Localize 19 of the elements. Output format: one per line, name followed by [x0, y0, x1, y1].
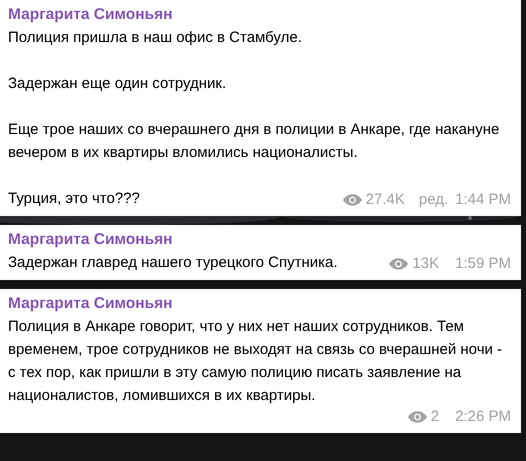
eye-icon [342, 194, 362, 206]
view-count: 13K [412, 254, 440, 274]
message-text: Еще трое наших со вчерашнего дня в полиции в Анкаре, где накануне вечером в их квартиры вломились националисты. [8, 120, 500, 163]
message-text: Полиция в Анкаре говорит, что у них нет наших сотрудников. Тем временем, трое сотрудников не выходят на связь со вчерашней ночи - с тех пор, как пришли в эту самую полицию писать заявление на националистов, ломившихся в их квартиры. [8, 317, 504, 406]
author-name[interactable]: Маргарита Симоньян [8, 229, 511, 251]
message-time: 1:44 PM [455, 190, 511, 210]
message-text: Турция, это что??? [8, 189, 140, 209]
message-time: 1:59 PM [455, 254, 511, 274]
message-text: Полиция пришла в наш офис в Стамбуле. [8, 28, 302, 48]
author-name[interactable]: Маргарита Симоньян [8, 293, 511, 315]
message-text: Задержан главред нашего турецкого Спутника. [8, 253, 338, 273]
author-name[interactable]: Маргарита Симоньян [8, 4, 511, 26]
view-count: 2 [430, 407, 440, 427]
eye-icon [389, 258, 408, 270]
edited-label: ред. [418, 190, 448, 210]
view-count: 27.4K [366, 190, 405, 210]
message-time: 2:26 PM [455, 407, 511, 427]
eye-icon [408, 411, 427, 423]
message-text: Задержан еще один сотрудник. [8, 74, 226, 94]
